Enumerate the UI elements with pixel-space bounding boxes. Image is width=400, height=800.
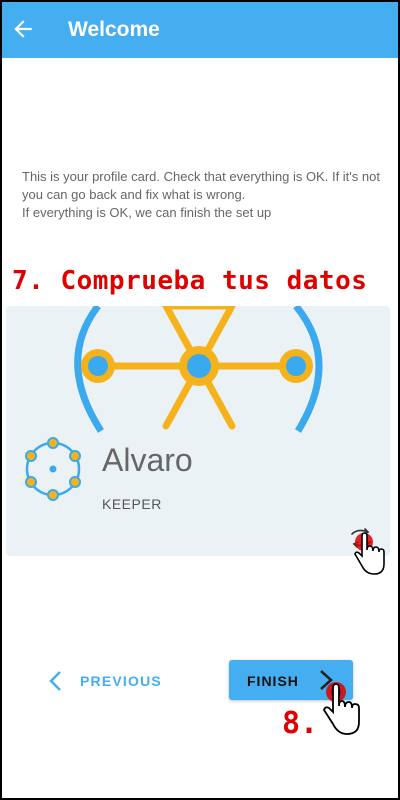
annotation-step-8: 8. bbox=[282, 706, 319, 741]
profile-name: Alvaro bbox=[102, 442, 193, 478]
arrow-left-icon[interactable] bbox=[10, 16, 36, 42]
hand-cursor-icon bbox=[354, 532, 385, 575]
finish-label: FINISH bbox=[247, 673, 299, 689]
avatar-icon bbox=[25, 437, 81, 501]
profile-card-description: This is your profile card. Check that ev… bbox=[22, 168, 382, 222]
app-bar: Welcome bbox=[2, 2, 398, 58]
description-line-1: This is your profile card. Check that ev… bbox=[22, 169, 380, 202]
annotation-step-7: 7. Comprueba tus datos bbox=[12, 266, 368, 296]
previous-label: PREVIOUS bbox=[80, 673, 162, 689]
description-line-2: If everything is OK, we can finish the s… bbox=[22, 205, 272, 220]
page-title: Welcome bbox=[68, 18, 160, 41]
previous-button[interactable]: PREVIOUS bbox=[48, 664, 162, 698]
hand-cursor-icon bbox=[323, 682, 360, 735]
profile-card: Alvaro KEEPER bbox=[6, 306, 390, 556]
profile-role: KEEPER bbox=[102, 496, 162, 512]
card-network-illustration bbox=[74, 306, 323, 433]
chevron-left-icon bbox=[49, 671, 61, 691]
